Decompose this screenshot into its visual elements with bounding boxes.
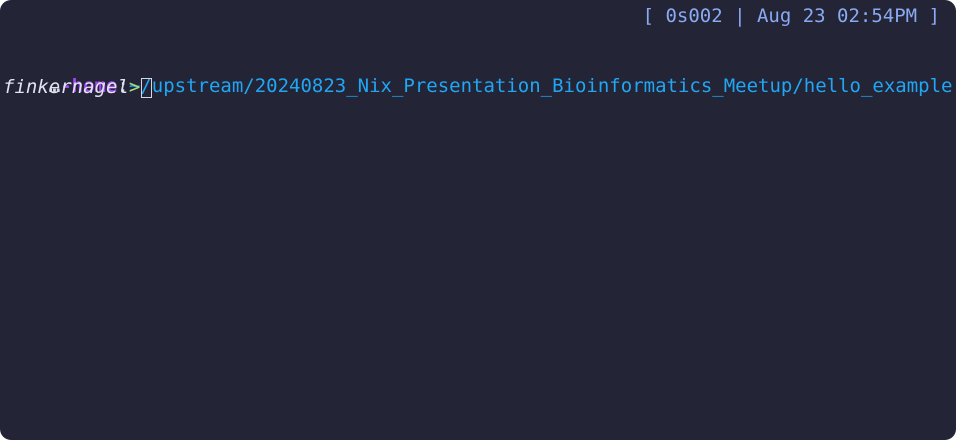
text-cursor[interactable] — [141, 77, 153, 98]
prompt-username: finkernagel — [3, 76, 129, 98]
prompt-caret-icon: > — [128, 76, 141, 98]
current-directory-path: ~/upstream/20240823_Nix_Presentation_Bio… — [128, 75, 953, 97]
prompt-status-indicator: [ 0s002 | Aug 23 02:54PM ] — [642, 5, 940, 27]
command-input-line[interactable]: finkernagel > — [3, 76, 153, 99]
terminal-window[interactable]: [ 0s002 | Aug 23 02:54PM ] …-home:~/upst… — [0, 0, 956, 440]
